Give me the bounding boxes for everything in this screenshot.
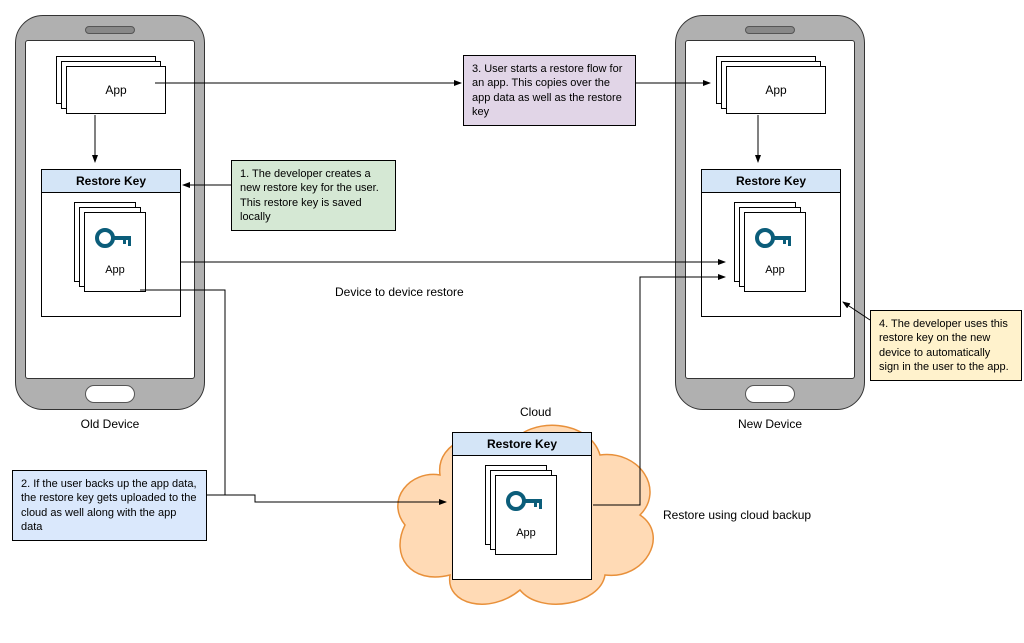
- cloud-restore-box: Restore Key App: [452, 432, 592, 580]
- note-2: 2. If the user backs up the app data, th…: [12, 470, 207, 541]
- key-icon: [496, 486, 556, 519]
- edge-cloud-restore: Restore using cloud backup: [663, 508, 811, 522]
- diagram-root: Cloud Restore Key App: [0, 0, 1024, 643]
- cloud-label: Cloud: [520, 405, 551, 419]
- old-device-app-label: App: [66, 66, 166, 114]
- old-device-key-app-label: App: [85, 264, 145, 276]
- old-device-restore-header: Restore Key: [42, 170, 180, 193]
- note-1: 1. The developer creates a new restore k…: [231, 160, 396, 231]
- cloud-key-stack: App: [485, 465, 557, 557]
- new-device-phone: App Restore Key: [675, 15, 865, 410]
- note-4: 4. The developer uses this restore key o…: [870, 310, 1022, 381]
- new-device-app-label: App: [726, 66, 826, 114]
- old-device-phone: App Restore Key: [15, 15, 205, 410]
- new-device-label: New Device: [676, 417, 864, 431]
- old-device-key-stack: App: [74, 202, 146, 294]
- old-device-app-stack: App: [56, 56, 166, 114]
- edge-device-to-device: Device to device restore: [335, 285, 464, 299]
- note-3: 3. User starts a restore flow for an app…: [463, 55, 636, 126]
- new-device-app-stack: App: [716, 56, 826, 114]
- key-icon: [85, 223, 145, 256]
- new-device-restore-box: Restore Key App: [701, 169, 841, 317]
- new-device-key-app-label: App: [745, 264, 805, 276]
- key-icon: [745, 223, 805, 256]
- cloud-key-app-label: App: [496, 527, 556, 539]
- old-device-label: Old Device: [16, 417, 204, 431]
- cloud-restore-header: Restore Key: [453, 433, 591, 456]
- new-device-restore-header: Restore Key: [702, 170, 840, 193]
- new-device-key-stack: App: [734, 202, 806, 294]
- old-device-restore-box: Restore Key App: [41, 169, 181, 317]
